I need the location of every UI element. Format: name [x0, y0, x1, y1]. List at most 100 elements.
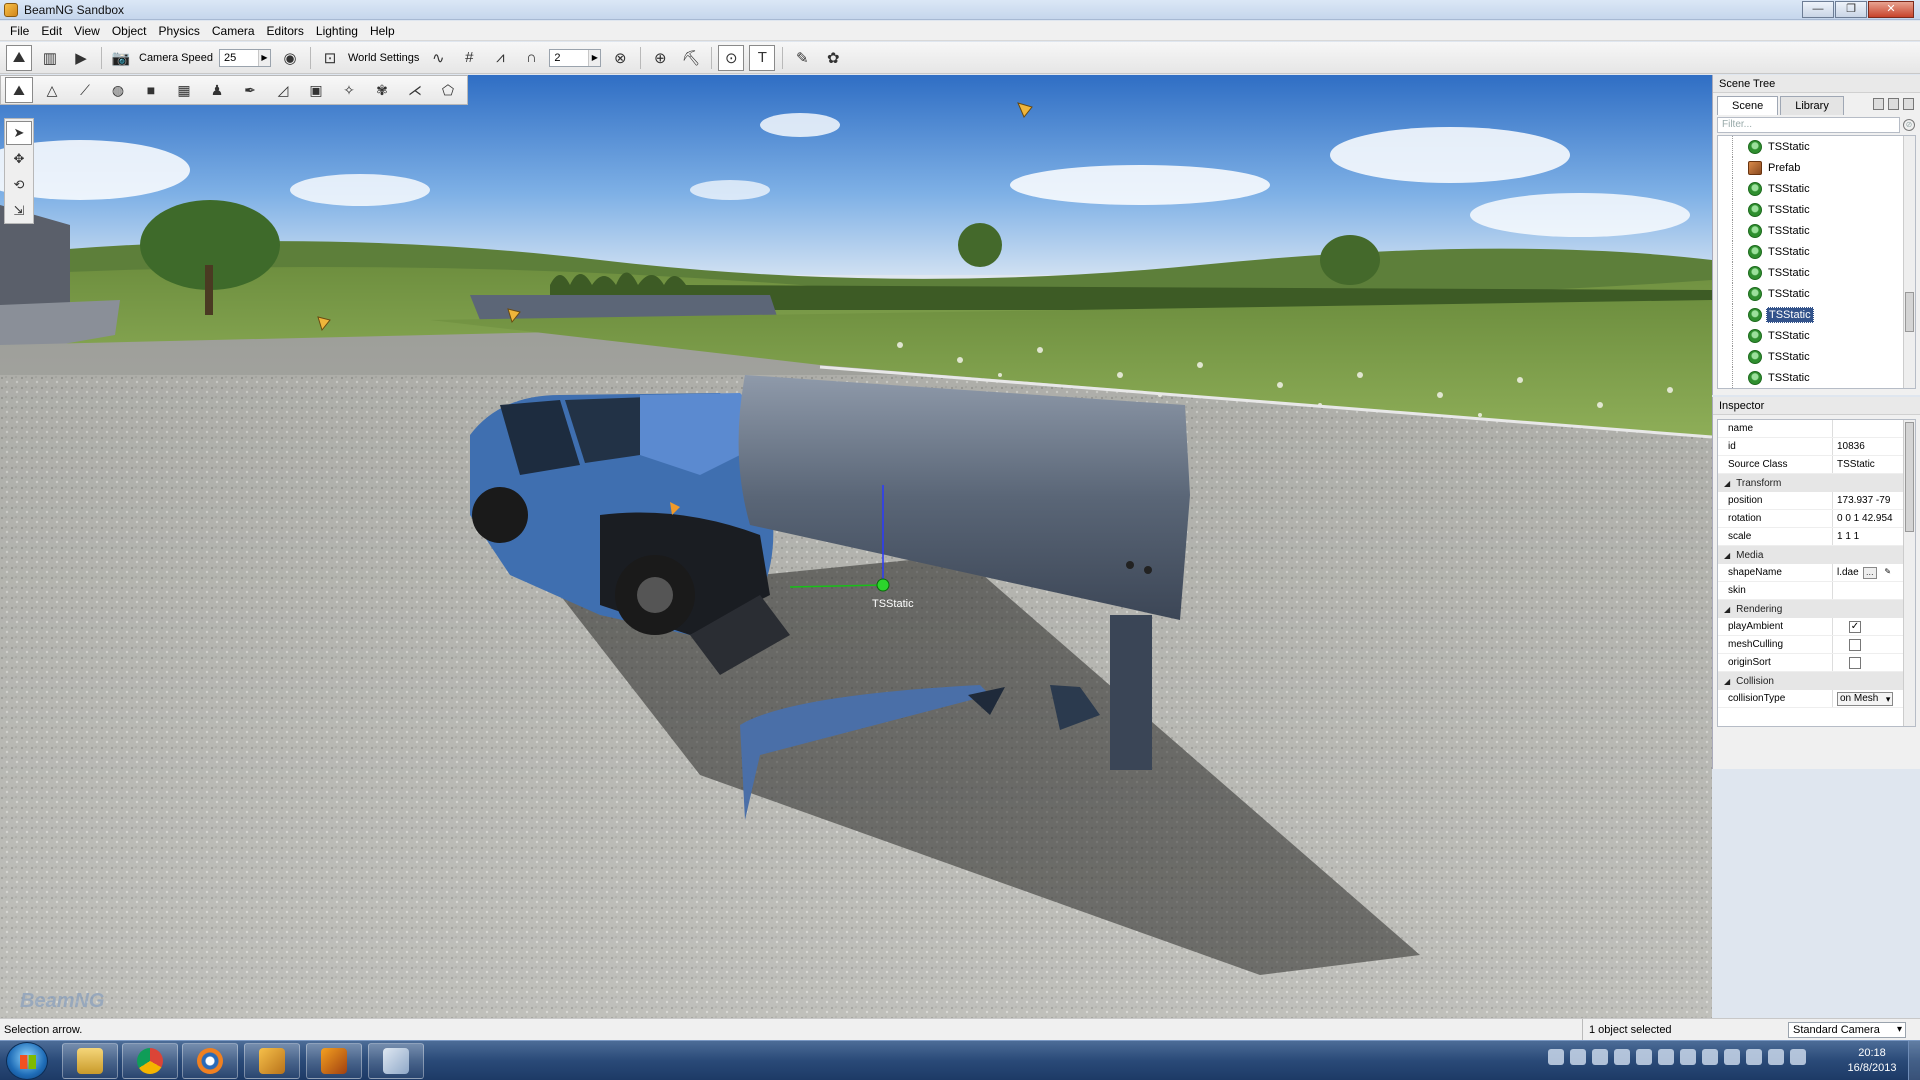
taskbar-clock[interactable]: 20:18 16/8/2013	[1842, 1046, 1902, 1076]
fit-view-icon[interactable]: ⊗	[607, 45, 633, 71]
feather-icon[interactable]: ✒	[236, 77, 264, 103]
particle-icon[interactable]: ✧	[335, 77, 363, 103]
tree-item[interactable]: TSStatic	[1718, 241, 1915, 262]
collapse-triangle-icon[interactable]: ◢	[1724, 677, 1730, 686]
move-tool-icon[interactable]: ✥	[6, 147, 32, 171]
mesh-culling-checkbox[interactable]	[1849, 638, 1861, 651]
field-rotation[interactable]: rotation 0 0 1 42.954	[1718, 510, 1915, 528]
play-ambient-checkbox[interactable]: ✓	[1849, 620, 1861, 633]
layout-icon[interactable]: ▥	[37, 45, 63, 71]
tray-steam-icon[interactable]	[1680, 1049, 1696, 1065]
menu-camera[interactable]: Camera	[206, 24, 261, 38]
collapse-triangle-icon[interactable]: ◢	[1724, 479, 1730, 488]
field-collision-type[interactable]: collisionType on Mesh	[1718, 690, 1915, 708]
screenshot-icon[interactable]: ⊡	[317, 45, 343, 71]
tree-item[interactable]: TSStatic	[1718, 367, 1915, 388]
navmesh-icon[interactable]: ⬠	[434, 77, 462, 103]
tab-library[interactable]: Library	[1780, 96, 1844, 115]
taskbar-paint[interactable]	[368, 1043, 424, 1079]
select-arrow-icon[interactable]: ➤	[6, 121, 32, 145]
tray-speaker-icon[interactable]	[1790, 1049, 1806, 1065]
tray-app-icon[interactable]	[1702, 1049, 1718, 1065]
group-media[interactable]: ◢ Media	[1718, 546, 1915, 564]
tree-item[interactable]: Prefab	[1718, 157, 1915, 178]
menu-file[interactable]: File	[4, 24, 35, 38]
start-button[interactable]	[6, 1042, 48, 1080]
tree-item[interactable]: TSStatic	[1718, 325, 1915, 346]
spawn-icon[interactable]: ♟	[203, 77, 231, 103]
group-transform[interactable]: ◢ Transform	[1718, 474, 1915, 492]
tray-shield-icon[interactable]	[1658, 1049, 1674, 1065]
taskbar-hammer[interactable]	[306, 1043, 362, 1079]
scrollbar-thumb[interactable]	[1905, 292, 1914, 332]
mesh-road-icon[interactable]: △	[38, 77, 66, 103]
field-name[interactable]: name	[1718, 420, 1915, 438]
delete-icon[interactable]	[1903, 98, 1914, 110]
group-rendering[interactable]: ◢ Rendering	[1718, 600, 1915, 618]
tray-expand-icon[interactable]	[1548, 1049, 1564, 1065]
material-icon[interactable]: ▦	[170, 77, 198, 103]
field-value[interactable]: l.dae	[1837, 567, 1859, 578]
browse-button[interactable]: …	[1862, 566, 1877, 579]
sphere-icon[interactable]: ◍	[104, 77, 132, 103]
field-shape-name[interactable]: shapeName l.dae… ✎	[1718, 564, 1915, 582]
tree-item[interactable]: TSStatic	[1718, 199, 1915, 220]
field-position[interactable]: position 173.937 -79	[1718, 492, 1915, 510]
tray-app-icon[interactable]	[1592, 1049, 1608, 1065]
clear-filter-icon[interactable]: ⊘	[1903, 119, 1915, 131]
camera-speed-field[interactable]: 25 ▶	[219, 48, 271, 67]
tree-item-selected[interactable]: TSStatic	[1718, 304, 1915, 325]
camera-mode-select[interactable]: Standard Camera	[1788, 1021, 1906, 1038]
visibility-eye-icon[interactable]: ◉	[277, 45, 303, 71]
taskbar-chrome[interactable]	[122, 1043, 178, 1079]
restore-button[interactable]: ❐	[1835, 1, 1867, 18]
collapse-triangle-icon[interactable]: ◢	[1724, 551, 1730, 560]
tree-item[interactable]: TSStatic	[1718, 262, 1915, 283]
minimize-button[interactable]: —	[1802, 1, 1834, 18]
magnet-icon[interactable]: ∩	[518, 45, 544, 71]
field-mesh-culling[interactable]: meshCulling	[1718, 636, 1915, 654]
paint-tool-icon[interactable]: ✎	[789, 45, 815, 71]
field-origin-sort[interactable]: originSort	[1718, 654, 1915, 672]
origin-sort-checkbox[interactable]	[1849, 656, 1861, 669]
scene-filter-input[interactable]: Filter... ⊘	[1717, 117, 1915, 133]
world-editor-icon[interactable]: ⛰	[6, 44, 32, 71]
snap-terrain-icon[interactable]: ⩘	[487, 45, 513, 71]
tree-item[interactable]: TSStatic	[1718, 136, 1915, 157]
viewport-scene[interactable]: TSStatic	[0, 75, 1712, 1018]
scene-tree-scrollbar[interactable]	[1903, 136, 1915, 388]
field-skin[interactable]: skin	[1718, 582, 1915, 600]
tray-app-icon[interactable]	[1724, 1049, 1740, 1065]
bounds-icon[interactable]: ▣	[302, 77, 330, 103]
edit-shape-icon[interactable]: ✎	[1881, 567, 1895, 579]
menu-editors[interactable]: Editors	[261, 24, 310, 38]
forest-tool-icon[interactable]: ✿	[820, 45, 846, 71]
drop-at-icon[interactable]: ⊕	[647, 45, 673, 71]
3d-viewport[interactable]: TSStatic	[0, 75, 1712, 1018]
tree-item[interactable]: TSStatic	[1718, 346, 1915, 367]
taskbar-blender[interactable]	[182, 1043, 238, 1079]
folder-icon[interactable]	[1888, 98, 1899, 110]
lock-icon[interactable]	[1873, 98, 1884, 110]
snap-value-field[interactable]: 2 ▶	[549, 48, 602, 67]
field-play-ambient[interactable]: playAmbient ✓	[1718, 618, 1915, 636]
tray-battery-icon[interactable]	[1746, 1049, 1762, 1065]
box-icon[interactable]: ■	[137, 77, 165, 103]
ramp-icon[interactable]: ◿	[269, 77, 297, 103]
camera-icon[interactable]: 📷	[108, 45, 134, 71]
object-text-icon[interactable]: T	[749, 44, 776, 71]
tray-app-icon[interactable]	[1636, 1049, 1652, 1065]
menu-help[interactable]: Help	[364, 24, 401, 38]
play-icon[interactable]: ▶	[68, 45, 94, 71]
collapse-triangle-icon[interactable]: ◢	[1724, 605, 1730, 614]
tray-app-icon[interactable]	[1614, 1049, 1630, 1065]
inspector-scrollbar[interactable]	[1903, 420, 1915, 726]
field-scale[interactable]: scale 1 1 1	[1718, 528, 1915, 546]
tree-item[interactable]: TSStatic	[1718, 220, 1915, 241]
menu-physics[interactable]: Physics	[153, 24, 206, 38]
taskbar-explorer[interactable]	[62, 1043, 118, 1079]
grid-icon[interactable]: #	[456, 45, 482, 71]
tree-item[interactable]: TSStatic	[1718, 178, 1915, 199]
menu-edit[interactable]: Edit	[35, 24, 68, 38]
tray-network-icon[interactable]	[1570, 1049, 1586, 1065]
